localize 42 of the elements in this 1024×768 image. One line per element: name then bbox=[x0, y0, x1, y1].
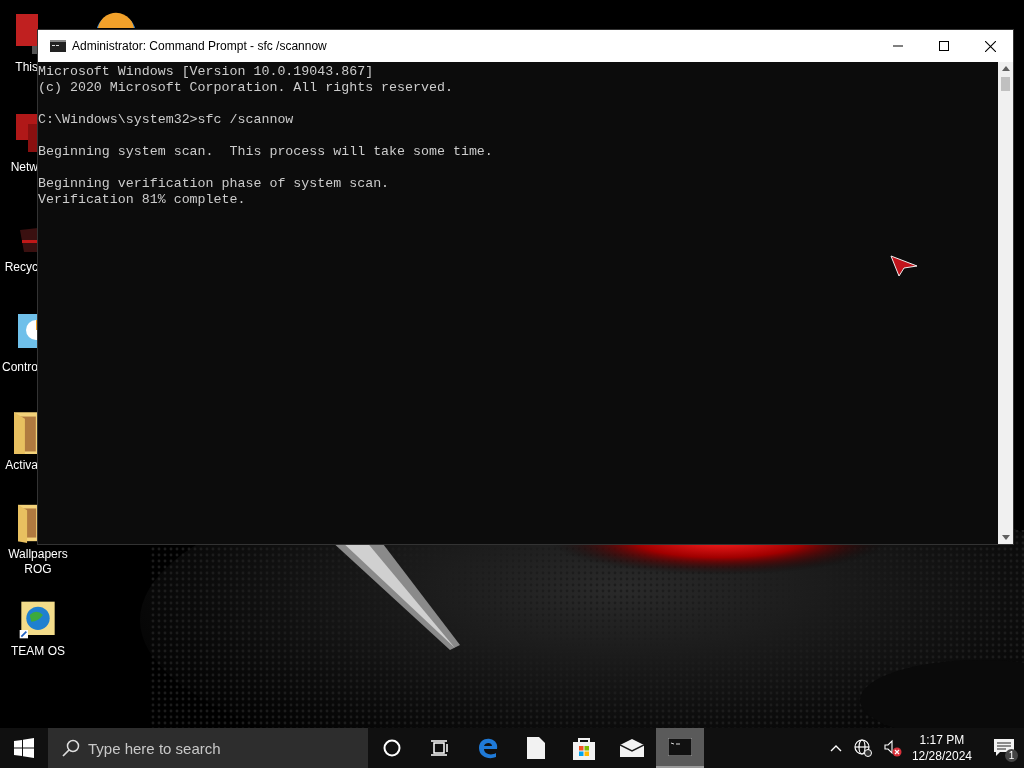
desktop-icon-label[interactable]: TEAM OS bbox=[0, 644, 76, 659]
scroll-thumb[interactable] bbox=[1001, 77, 1010, 91]
maximize-icon bbox=[939, 41, 949, 51]
clock[interactable]: 1:17 PM 12/28/2024 bbox=[911, 732, 972, 764]
close-icon bbox=[984, 40, 996, 52]
chevron-up-icon[interactable] bbox=[829, 744, 842, 752]
command-prompt-icon bbox=[50, 40, 66, 52]
task-view-icon bbox=[430, 738, 450, 758]
window-title: Administrator: Command Prompt - sfc /scannow bbox=[72, 39, 328, 53]
pointer-icon bbox=[890, 255, 918, 277]
desktop-icon-label[interactable]: Contro bbox=[1, 360, 38, 375]
desktop-icon-label[interactable]: Recyc bbox=[4, 260, 38, 275]
folder-icon[interactable] bbox=[18, 503, 38, 543]
desktop-icon-label[interactable]: Activa bbox=[5, 458, 38, 473]
console-line: Beginning verification phase of system scan. bbox=[38, 176, 391, 192]
cmd-taskbar-button[interactable] bbox=[656, 728, 704, 768]
monitor-icon[interactable] bbox=[14, 12, 38, 56]
scrollbar[interactable] bbox=[998, 62, 1013, 544]
console-line: (c) 2020 Microsoft Corporation. All rights reserved. bbox=[38, 80, 454, 96]
console-line: Verification 81% complete. bbox=[38, 192, 247, 208]
search-icon bbox=[62, 739, 80, 757]
speech-bubble-icon bbox=[994, 739, 1014, 757]
desktop-icon-label[interactable]: Wallpapers ROG bbox=[0, 547, 76, 577]
console-line: C:\Windows\system32>sfc /scannow bbox=[38, 112, 295, 128]
windows-logo-icon bbox=[14, 738, 34, 758]
terminal-icon bbox=[668, 738, 692, 756]
scroll-up-arrow-icon[interactable] bbox=[1001, 66, 1010, 71]
scroll-down-arrow-icon[interactable] bbox=[1001, 535, 1010, 540]
console-line: Microsoft Windows [Version 10.0.19043.867] bbox=[38, 64, 375, 80]
folder-icon[interactable] bbox=[14, 410, 38, 454]
envelope-icon bbox=[620, 739, 644, 757]
desktop-icon-label[interactable]: This bbox=[15, 60, 38, 75]
e-logo-icon bbox=[476, 736, 500, 760]
circle-icon bbox=[382, 738, 402, 758]
console-line: Beginning system scan. This process will take some time. bbox=[38, 144, 494, 160]
search-field[interactable]: Type here to search bbox=[48, 728, 368, 768]
muted-speaker-icon[interactable] bbox=[883, 739, 902, 757]
globe-shortcut-icon[interactable] bbox=[18, 600, 58, 640]
desktop-icon-label[interactable]: Netw bbox=[10, 160, 38, 175]
shopping-bag-icon bbox=[573, 736, 595, 760]
document-icon bbox=[527, 737, 545, 759]
globe-icon[interactable] bbox=[853, 739, 872, 757]
